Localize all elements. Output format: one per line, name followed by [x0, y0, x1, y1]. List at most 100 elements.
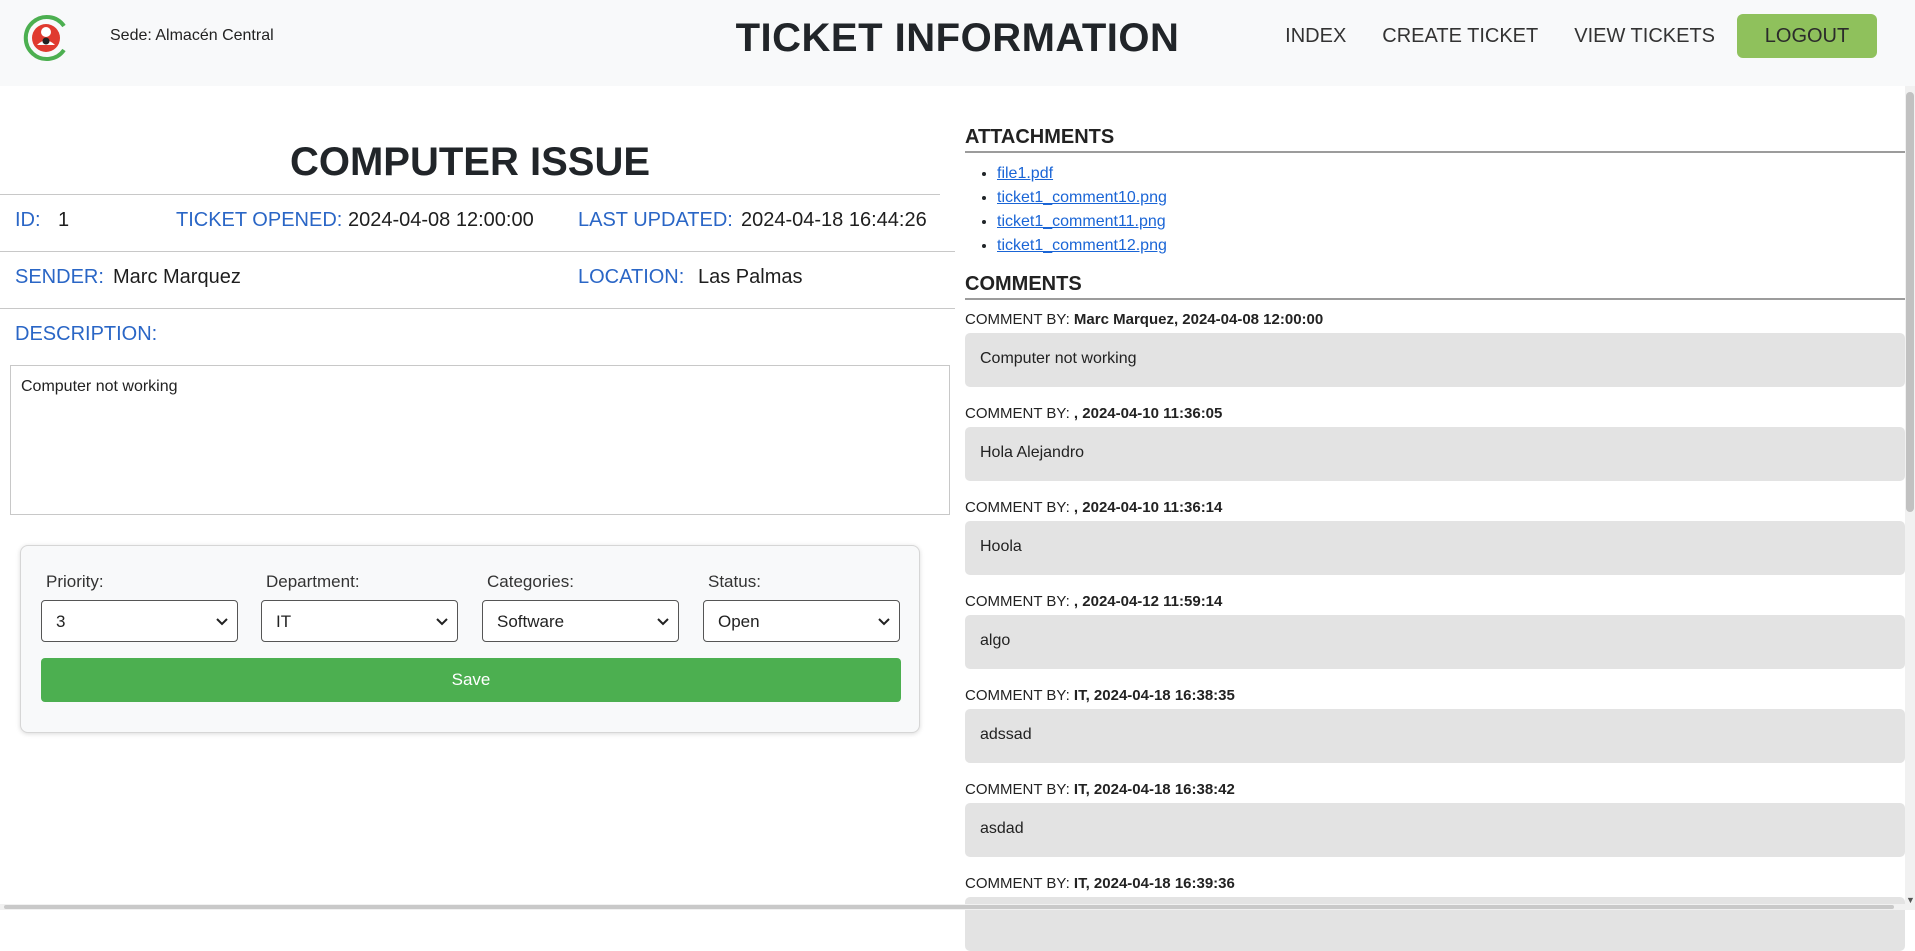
- comment-by-label: COMMENT BY:: [965, 593, 1070, 610]
- main-nav: INDEX CREATE TICKET VIEW TICKETS LOGOUT: [1249, 14, 1877, 58]
- status-label: Status:: [708, 572, 900, 592]
- ticket-opened-value: 2024-04-08 12:00:00: [348, 209, 534, 232]
- attachment-item: ticket1_comment12.png: [997, 234, 1167, 258]
- chevron-down-icon: [435, 614, 449, 628]
- company-logo-icon[interactable]: [20, 12, 72, 64]
- last-updated-label: LAST UPDATED:: [578, 209, 733, 232]
- section-divider: [965, 298, 1905, 300]
- comment-meta: IT, 2024-04-18 16:38:42: [1074, 781, 1235, 798]
- description-label: DESCRIPTION:: [15, 323, 157, 346]
- comment-text: algo: [965, 615, 1905, 669]
- last-updated-value: 2024-04-18 16:44:26: [741, 209, 927, 232]
- priority-select[interactable]: 3: [41, 600, 238, 642]
- comment-meta: Marc Marquez, 2024-04-08 12:00:00: [1074, 311, 1323, 328]
- sender-label: SENDER:: [15, 266, 104, 289]
- ticket-details-panel: COMPUTER ISSUE ID: 1 TICKET OPENED: 2024…: [0, 86, 955, 910]
- comment-meta: , 2024-04-12 11:59:14: [1074, 593, 1222, 610]
- ticket-title: COMPUTER ISSUE: [0, 140, 940, 185]
- description-textarea[interactable]: Computer not working: [10, 365, 950, 515]
- comment-meta: , 2024-04-10 11:36:14: [1074, 499, 1222, 516]
- comment-item: COMMENT BY: IT, 2024-04-18 16:39:36: [965, 875, 1905, 951]
- comment-header: COMMENT BY: IT, 2024-04-18 16:39:36: [965, 875, 1905, 897]
- comment-text: Hola Alejandro: [965, 427, 1905, 481]
- ticket-opened-label: TICKET OPENED:: [176, 209, 342, 232]
- comment-text: asdad: [965, 803, 1905, 857]
- comment-meta: IT, 2024-04-18 16:38:35: [1074, 687, 1235, 704]
- ticket-controls-card: Priority: 3 Department: IT Categories: S…: [20, 545, 920, 733]
- location-value: Las Palmas: [698, 266, 803, 289]
- comment-meta: , 2024-04-10 11:36:05: [1074, 405, 1222, 422]
- nav-index-link[interactable]: INDEX: [1285, 25, 1346, 48]
- comment-by-label: COMMENT BY:: [965, 687, 1070, 704]
- department-label: Department:: [266, 572, 458, 592]
- attachment-item: ticket1_comment10.png: [997, 186, 1167, 210]
- comments-heading: COMMENTS: [965, 273, 1082, 296]
- comment-header: COMMENT BY: , 2024-04-10 11:36:14: [965, 499, 1905, 521]
- department-select[interactable]: IT: [261, 600, 458, 642]
- department-value: IT: [276, 612, 291, 631]
- priority-control: Priority: 3: [41, 572, 238, 642]
- categories-control: Categories: Software: [482, 572, 679, 642]
- section-divider: [965, 151, 1905, 153]
- department-control: Department: IT: [261, 572, 458, 642]
- comment-by-label: COMMENT BY:: [965, 405, 1070, 422]
- nav-create-ticket-link[interactable]: CREATE TICKET: [1382, 25, 1538, 48]
- scroll-down-arrow-icon[interactable]: ▼: [1906, 896, 1914, 904]
- comment-text: Hoola: [965, 521, 1905, 575]
- divider: [0, 308, 955, 309]
- status-select[interactable]: Open: [703, 600, 900, 642]
- horizontal-scrollbar[interactable]: [0, 904, 1905, 910]
- comment-text: Computer not working: [965, 333, 1905, 387]
- divider: [0, 194, 940, 195]
- comment-header: COMMENT BY: Marc Marquez, 2024-04-08 12:…: [965, 311, 1905, 333]
- comment-header: COMMENT BY: IT, 2024-04-18 16:38:35: [965, 687, 1905, 709]
- attachment-item: ticket1_comment11.png: [997, 210, 1167, 234]
- comment-text: adssad: [965, 709, 1905, 763]
- priority-value: 3: [56, 612, 65, 631]
- attachment-link[interactable]: file1.pdf: [997, 165, 1053, 182]
- id-label: ID:: [15, 209, 41, 232]
- chevron-down-icon: [877, 614, 891, 628]
- comment-item: COMMENT BY: IT, 2024-04-18 16:38:42 asda…: [965, 781, 1905, 857]
- status-control: Status: Open: [703, 572, 900, 642]
- comment-header: COMMENT BY: , 2024-04-10 11:36:05: [965, 405, 1905, 427]
- sede-label: Sede: Almacén Central: [110, 27, 274, 45]
- comment-by-label: COMMENT BY:: [965, 311, 1070, 328]
- nav-view-tickets-link[interactable]: VIEW TICKETS: [1574, 25, 1715, 48]
- comment-meta: IT, 2024-04-18 16:39:36: [1074, 875, 1235, 892]
- categories-select[interactable]: Software: [482, 600, 679, 642]
- comment-item: COMMENT BY: IT, 2024-04-18 16:38:35 adss…: [965, 687, 1905, 763]
- comment-by-label: COMMENT BY:: [965, 499, 1070, 516]
- attachment-link[interactable]: ticket1_comment10.png: [997, 189, 1167, 206]
- comment-header: COMMENT BY: , 2024-04-12 11:59:14: [965, 593, 1905, 615]
- attachments-heading: ATTACHMENTS: [965, 126, 1114, 149]
- attachment-link[interactable]: ticket1_comment12.png: [997, 237, 1167, 254]
- save-button[interactable]: Save: [41, 658, 901, 702]
- scrollbar-thumb[interactable]: [4, 905, 1894, 909]
- comment-item: COMMENT BY: , 2024-04-10 11:36:05 Hola A…: [965, 405, 1905, 481]
- comment-by-label: COMMENT BY:: [965, 781, 1070, 798]
- attachments-comments-panel: ATTACHMENTS file1.pdf ticket1_comment10.…: [965, 86, 1905, 910]
- chevron-down-icon: [656, 614, 670, 628]
- attachments-list: file1.pdf ticket1_comment10.png ticket1_…: [997, 162, 1167, 258]
- sender-value: Marc Marquez: [113, 266, 241, 289]
- scrollbar-thumb[interactable]: [1906, 92, 1914, 512]
- comment-item: COMMENT BY: , 2024-04-10 11:36:14 Hoola: [965, 499, 1905, 575]
- chevron-down-icon: [215, 614, 229, 628]
- comment-by-label: COMMENT BY:: [965, 875, 1070, 892]
- location-label: LOCATION:: [578, 266, 684, 289]
- logout-button[interactable]: LOGOUT: [1737, 14, 1877, 58]
- status-value: Open: [718, 612, 760, 631]
- divider: [0, 251, 955, 252]
- id-value: 1: [58, 209, 69, 232]
- comment-item: COMMENT BY: , 2024-04-12 11:59:14 algo: [965, 593, 1905, 669]
- vertical-scrollbar[interactable]: ▼: [1905, 86, 1915, 910]
- top-navbar: Sede: Almacén Central TICKET INFORMATION…: [0, 0, 1915, 86]
- attachment-item: file1.pdf: [997, 162, 1167, 186]
- categories-label: Categories:: [487, 572, 679, 592]
- attachment-link[interactable]: ticket1_comment11.png: [997, 213, 1166, 230]
- comment-header: COMMENT BY: IT, 2024-04-18 16:38:42: [965, 781, 1905, 803]
- categories-value: Software: [497, 612, 564, 631]
- priority-label: Priority:: [46, 572, 238, 592]
- comment-item: COMMENT BY: Marc Marquez, 2024-04-08 12:…: [965, 311, 1905, 387]
